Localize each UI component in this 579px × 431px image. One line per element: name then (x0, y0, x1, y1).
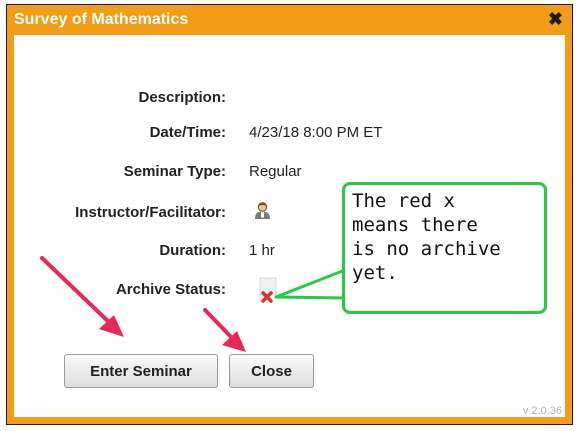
callout-line: The red x (352, 190, 455, 212)
callout-line: yet. (352, 262, 398, 284)
callout-line: means there (352, 214, 478, 236)
callout-line: is no archive (352, 238, 501, 260)
callout-pointer (274, 268, 347, 300)
callout-box: The red x means there is no archive yet. (342, 182, 547, 314)
arrow-enter-seminar (40, 256, 124, 337)
arrow-close (203, 308, 246, 352)
